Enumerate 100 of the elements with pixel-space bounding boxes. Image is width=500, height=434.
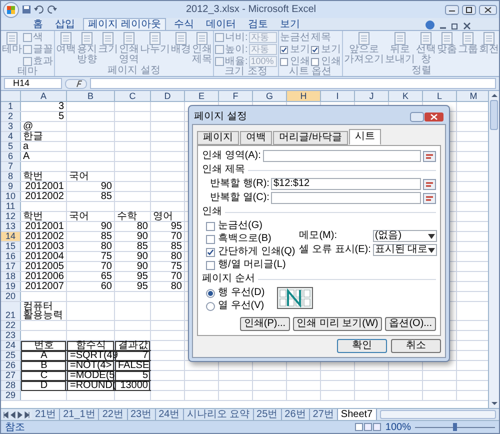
checkbox[interactable] [206, 248, 215, 256]
save-icon[interactable] [22, 5, 31, 14]
close-icon[interactable] [479, 4, 497, 14]
sheet-tab[interactable]: 21번 [32, 409, 60, 420]
row-header[interactable]: 23 [1, 331, 21, 340]
row-header[interactable]: 6 [1, 152, 21, 161]
zoom-slider-thumb[interactable] [453, 423, 457, 431]
row-header[interactable]: 9 [1, 182, 21, 191]
radio-button[interactable] [206, 302, 215, 310]
column-header[interactable]: H [287, 91, 321, 101]
checkbox[interactable] [206, 234, 215, 244]
close-icon[interactable] [424, 112, 444, 122]
name-box[interactable]: H14 [4, 78, 62, 89]
row-header[interactable]: 18 [1, 272, 21, 281]
row-header[interactable]: 2 [1, 112, 21, 121]
sheet-tab[interactable]: 23번 [128, 409, 156, 420]
row-header[interactable]: 7 [1, 162, 21, 171]
ribbon-tab[interactable]: 삽입 [51, 19, 79, 30]
input-field[interactable]: $12:$12 [271, 178, 421, 190]
view-mode-icon[interactable] [355, 423, 382, 431]
close-icon[interactable] [463, 22, 471, 30]
ribbon-tab[interactable]: 보기 [276, 19, 304, 30]
column-header[interactable]: F [219, 91, 253, 101]
minimize-icon[interactable] [445, 4, 459, 14]
dialog-button[interactable]: 인쇄 미리 보기(W) [292, 317, 382, 331]
horizontal-scrollbar[interactable] [380, 410, 496, 419]
dropdown-field[interactable]: 표시된 대로 [372, 244, 437, 256]
dialog-tab[interactable]: 여백 [240, 131, 272, 145]
checkbox[interactable] [206, 260, 215, 270]
sheet-tab[interactable]: 21_1번 [60, 409, 100, 420]
row-header[interactable]: 10 [1, 192, 21, 201]
undo-icon[interactable] [34, 5, 44, 14]
row-header[interactable]: 3 [1, 122, 21, 131]
row-header[interactable]: 19 [1, 282, 21, 291]
row-header[interactable]: 24 [1, 341, 21, 350]
restore-icon[interactable] [451, 22, 459, 30]
checkbox[interactable] [310, 58, 319, 66]
scrollbar-thumb[interactable] [490, 100, 498, 130]
sheet-tab[interactable]: 27번 [310, 409, 338, 420]
dropdown-field[interactable]: (없음) [372, 230, 437, 242]
dialog-button[interactable]: 옵션(O)... [385, 317, 436, 331]
row-header[interactable]: 15 [1, 242, 21, 251]
sheet-tab[interactable]: 24번 [156, 409, 184, 420]
row-header[interactable]: 29 [1, 391, 21, 400]
dialog-tab[interactable]: 시트 [348, 129, 381, 145]
column-header[interactable]: A [21, 91, 67, 101]
row-header[interactable]: 13 [1, 222, 21, 231]
ribbon-tab[interactable]: 수식 [170, 19, 198, 30]
ribbon-tab[interactable]: 데이터 [202, 19, 240, 30]
ribbon-tab[interactable]: 검토 [244, 19, 272, 30]
row-header[interactable]: 17 [1, 262, 21, 271]
input-field[interactable] [271, 192, 421, 204]
dialog-tab[interactable]: 페이지 [197, 131, 239, 145]
row-header[interactable]: 12 [1, 212, 21, 221]
maximize-icon[interactable] [462, 4, 476, 14]
function-icon[interactable] [65, 78, 87, 88]
dialog-button[interactable]: 확인 [337, 339, 387, 353]
redo-icon[interactable] [47, 5, 57, 14]
row-header[interactable]: 27 [1, 371, 21, 380]
checkbox[interactable] [280, 46, 288, 54]
column-header[interactable]: B [67, 91, 115, 101]
dialog-button[interactable]: 취소 [391, 339, 441, 353]
collapse-dialog-icon[interactable] [423, 192, 436, 204]
column-header[interactable]: D [151, 91, 185, 101]
column-header[interactable]: C [115, 91, 151, 101]
row-header[interactable]: 4 [1, 132, 21, 141]
row-header[interactable]: 5 [1, 142, 21, 151]
sheet-tab[interactable]: Sheet7 [338, 409, 377, 420]
office-button-icon[interactable] [3, 2, 19, 18]
checkbox[interactable] [206, 222, 215, 230]
row-header[interactable]: 25 [1, 351, 21, 360]
column-header[interactable]: K [389, 91, 423, 101]
formula-input[interactable] [90, 78, 496, 89]
zoom-slider[interactable] [415, 423, 495, 431]
radio-button[interactable] [206, 288, 215, 298]
row-header[interactable]: 11 [1, 202, 21, 211]
dialog-tab[interactable]: 머리글/바닥글 [273, 131, 348, 145]
collapse-dialog-icon[interactable] [423, 178, 436, 190]
row-header[interactable]: 8 [1, 172, 21, 181]
sheet-nav-icon[interactable] [24, 410, 30, 418]
sheet-tab[interactable]: 22번 [99, 409, 128, 420]
row-header[interactable]: 26 [1, 361, 21, 370]
checkbox[interactable] [280, 58, 288, 66]
checkbox[interactable] [310, 46, 319, 54]
collapse-dialog-icon[interactable] [423, 150, 436, 162]
sheet-tab[interactable]: 시나리오 요약 [184, 409, 254, 420]
row-header[interactable]: 20 [1, 292, 21, 301]
input-field[interactable] [262, 150, 421, 162]
row-header[interactable]: 22 [1, 321, 21, 330]
ribbon-tab[interactable]: 페이지 레이아웃 [83, 18, 166, 30]
row-header[interactable]: 16 [1, 252, 21, 261]
ribbon-tab[interactable]: 홈 [29, 19, 47, 30]
row-header[interactable]: 21 [1, 302, 21, 320]
row-header[interactable]: 28 [1, 381, 21, 390]
sheet-tab[interactable]: 26번 [282, 409, 310, 420]
row-header[interactable]: 1 [1, 102, 21, 111]
column-header[interactable]: L [423, 91, 457, 101]
sheet-tab[interactable]: 25번 [254, 409, 282, 420]
sheet-nav-icon[interactable] [3, 410, 9, 418]
column-header[interactable]: I [321, 91, 355, 101]
